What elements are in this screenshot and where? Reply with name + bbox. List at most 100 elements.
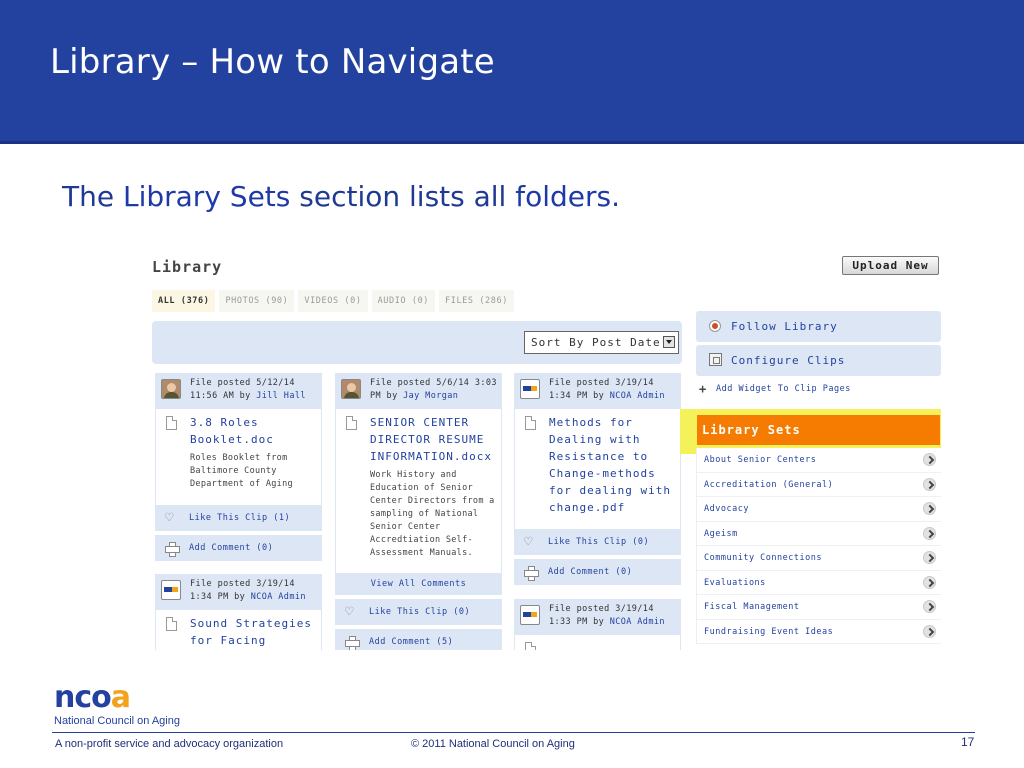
library-set-item[interactable]: Ageism (697, 522, 941, 546)
author-link[interactable]: Jill Hall (256, 391, 306, 401)
library-sidebar: Follow Library Configure Clips + Add Wid… (696, 311, 941, 399)
slide: Library – How to Navigate The Library Se… (0, 0, 1024, 768)
heart-icon: ♡ (165, 510, 174, 526)
ncoa-logo: ncoa National Council on Aging (54, 683, 180, 728)
library-sets-header: Library Sets (697, 415, 940, 445)
card-body: 3.8 Roles Booklet.doc Roles Booklet from… (155, 409, 322, 505)
card-header: File posted 5/6/14 3:03 PM by Jay Morgan (335, 373, 502, 409)
library-set-item[interactable]: Community Connections (697, 546, 941, 571)
file-title-link[interactable]: SENIOR CENTER DIRECTOR RESUME INFORMATIO… (370, 414, 495, 465)
follow-library-button[interactable]: Follow Library (696, 311, 941, 342)
ncoa-avatar[interactable] (520, 605, 540, 625)
follow-icon (709, 320, 721, 332)
like-clip-button[interactable]: ♡ Like This Clip (1) (155, 505, 322, 531)
library-set-item[interactable]: Advocacy (697, 497, 941, 522)
library-title: Library (152, 258, 223, 276)
chevron-right-icon[interactable] (923, 624, 936, 638)
set-item-label: About Senior Centers (704, 455, 817, 465)
logo-wordmark: ncoa (54, 683, 180, 713)
file-column-1b: File posted 3/19/14 1:34 PM by NCOA Admi… (155, 574, 322, 650)
set-item-label: Community Connections (704, 553, 822, 563)
chevron-right-icon[interactable] (923, 453, 936, 466)
chevron-right-icon[interactable] (923, 551, 936, 564)
configure-clips-label: Configure Clips (731, 354, 846, 367)
set-item-label: Fiscal Management (704, 602, 800, 612)
avatar[interactable] (161, 379, 181, 399)
card-body: Sound Strategies for Facing (155, 610, 322, 650)
chevron-right-icon[interactable] (923, 575, 936, 589)
file-column-3b: File posted 3/19/14 1:33 PM by NCOA Admi… (514, 599, 681, 650)
file-description: Roles Booklet from Baltimore County Depa… (190, 453, 293, 489)
card-header: File posted 3/19/14 1:33 PM by NCOA Admi… (514, 599, 681, 635)
document-icon (346, 416, 357, 430)
configure-icon (709, 353, 722, 366)
upload-new-button[interactable]: Upload New (842, 256, 939, 275)
logo-letters: nco (54, 680, 112, 715)
tab-files[interactable]: FILES (286) (439, 290, 514, 312)
chevron-right-icon[interactable] (923, 477, 936, 491)
view-all-comments-link[interactable]: View All Comments (335, 573, 502, 595)
card-header: File posted 3/19/14 1:34 PM by NCOA Admi… (514, 373, 681, 409)
file-column-2: File posted 5/6/14 3:03 PM by Jay Morgan… (335, 373, 502, 650)
like-clip-button[interactable]: ♡ Like This Clip (0) (335, 599, 502, 625)
chevron-right-icon[interactable] (923, 526, 936, 540)
ncoa-avatar[interactable] (520, 379, 540, 399)
file-title-link[interactable]: Sound Strategies for Facing (190, 615, 315, 649)
sort-select[interactable]: Sort By Post Date (524, 331, 679, 354)
library-set-item[interactable]: About Senior Centers (697, 448, 941, 473)
add-widget-label: Add Widget To Clip Pages (716, 384, 851, 394)
footer-copyright: © 2011 National Council on Aging (411, 738, 575, 750)
author-link[interactable]: NCOA Admin (251, 592, 306, 602)
footer-tagline: A non-profit service and advocacy organi… (55, 738, 284, 750)
library-set-item[interactable]: Evaluations (697, 571, 941, 595)
library-set-item[interactable]: Fiscal Management (697, 595, 941, 620)
slide-title: Library – How to Navigate (50, 42, 495, 82)
avatar[interactable] (341, 379, 361, 399)
file-description: Work History and Education of Senior Cen… (370, 470, 495, 558)
add-comment-button[interactable]: Add Comment (0) (155, 535, 322, 561)
chevron-right-icon[interactable] (923, 502, 936, 515)
configure-clips-button[interactable]: Configure Clips (696, 345, 941, 376)
set-item-label: Evaluations (704, 577, 766, 588)
tab-all[interactable]: ALL (376) (152, 290, 216, 312)
plus-icon (524, 566, 539, 581)
author-link[interactable]: NCOA Admin (610, 617, 665, 627)
author-link[interactable]: NCOA Admin (610, 391, 665, 401)
chevron-right-icon[interactable] (923, 600, 936, 613)
chevron-down-icon[interactable] (663, 336, 675, 348)
plus-icon (165, 542, 180, 557)
like-clip-button[interactable]: ♡ Like This Clip (0) (514, 529, 681, 555)
add-comment-label: Add Comment (0) (548, 567, 633, 577)
heart-icon: ♡ (524, 534, 533, 550)
subtitle-middle: section lists all (290, 180, 516, 213)
file-title-link[interactable]: 3.8 Roles Booklet.doc (190, 414, 315, 448)
library-set-item[interactable]: Fundraising Event Ideas (697, 620, 941, 644)
subtitle-highlight-library-sets: Library Sets (122, 180, 291, 213)
file-column-3: File posted 3/19/14 1:34 PM by NCOA Admi… (514, 373, 681, 585)
ncoa-avatar[interactable] (161, 580, 181, 600)
add-comment-button[interactable]: Add Comment (0) (514, 559, 681, 585)
add-comment-label: Add Comment (5) (369, 637, 454, 647)
file-column-1: File posted 5/12/14 11:56 AM by Jill Hal… (155, 373, 322, 561)
subtitle-prefix: The (62, 180, 123, 213)
card-body: SENIOR CENTER DIRECTOR RESUME INFORMATIO… (335, 409, 502, 573)
add-widget-link[interactable]: + Add Widget To Clip Pages (696, 379, 941, 399)
set-item-label: Accreditation (General) (704, 479, 834, 490)
tab-videos[interactable]: VIDEOS (0) (298, 290, 368, 312)
library-screenshot: Library Upload New ALL (376) PHOTOS (90)… (150, 248, 945, 650)
author-link[interactable]: Jay Morgan (403, 391, 458, 401)
document-icon (166, 617, 177, 631)
heart-icon: ♡ (345, 604, 354, 620)
library-sets-list: About Senior Centers Accreditation (Gene… (696, 448, 941, 644)
file-title-link[interactable]: Methods for Dealing with Resistance to C… (549, 414, 674, 516)
subtitle-highlight-folders: folders (515, 180, 612, 213)
set-item-label: Ageism (704, 528, 738, 539)
library-set-item[interactable]: Accreditation (General) (697, 473, 941, 497)
logo-org-name: National Council on Aging (54, 715, 180, 727)
tab-photos[interactable]: PHOTOS (90) (219, 290, 295, 312)
tab-audio[interactable]: AUDIO (0) (371, 290, 436, 312)
add-comment-button[interactable]: Add Comment (5) (335, 629, 502, 650)
plus-icon: + (699, 382, 707, 396)
like-clip-label: Like This Clip (1) (189, 513, 291, 523)
document-icon (166, 416, 177, 430)
